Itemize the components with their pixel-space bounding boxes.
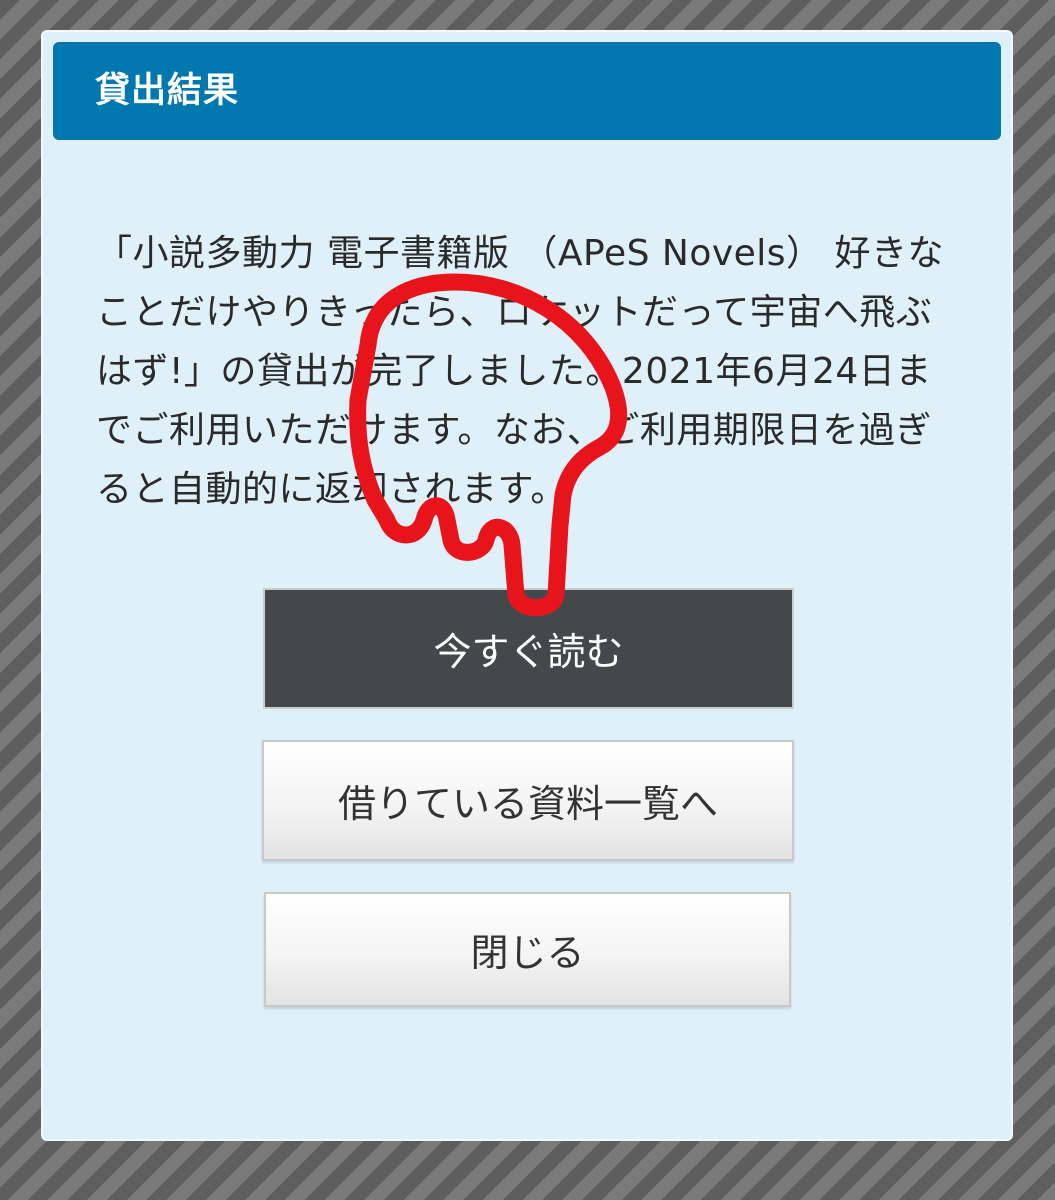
dialog-title: 貸出結果 bbox=[95, 71, 240, 111]
dialog-header: 貸出結果 bbox=[53, 42, 1001, 140]
loan-result-message: 「小説多動力 電子書籍版 （APeS Novels） 好きなことだけやりきったら… bbox=[96, 233, 944, 510]
close-button[interactable]: 閉じる bbox=[264, 892, 791, 1007]
read-now-button[interactable]: 今すぐ読む bbox=[263, 588, 794, 709]
borrowed-list-button[interactable]: 借りている資料一覧へ bbox=[262, 740, 794, 861]
loan-result-dialog: 貸出結果 「小説多動力 電子書籍版 （APeS Novels） 好きなことだけや… bbox=[41, 30, 1013, 1141]
